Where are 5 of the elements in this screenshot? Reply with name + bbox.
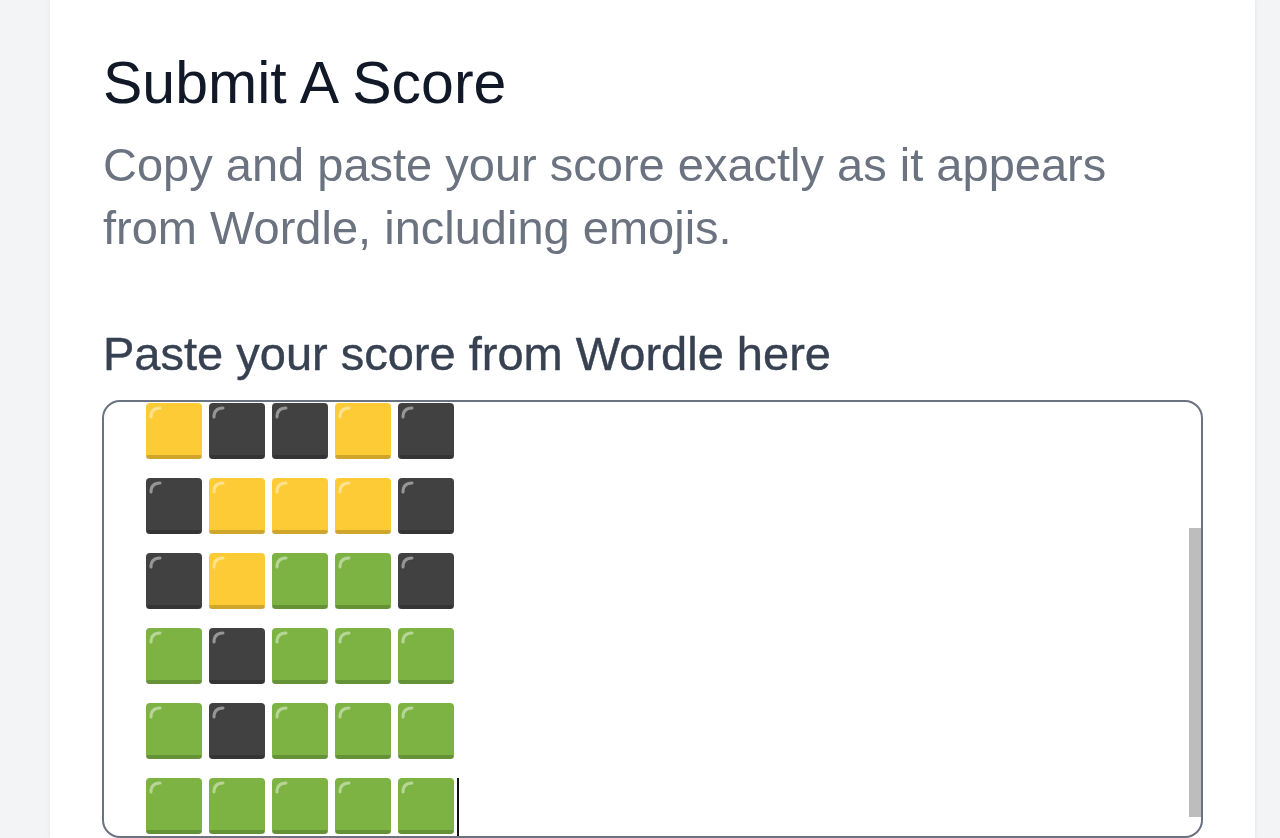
field-label: Paste your score from Wordle here bbox=[103, 326, 832, 382]
score-textarea[interactable] bbox=[102, 400, 1203, 838]
scrollbar-thumb[interactable] bbox=[1189, 528, 1201, 817]
form-description: Copy and paste your score exactly as it appears from Wordle, including emojis. bbox=[103, 137, 1108, 256]
form-title: Submit A Score bbox=[103, 49, 508, 118]
